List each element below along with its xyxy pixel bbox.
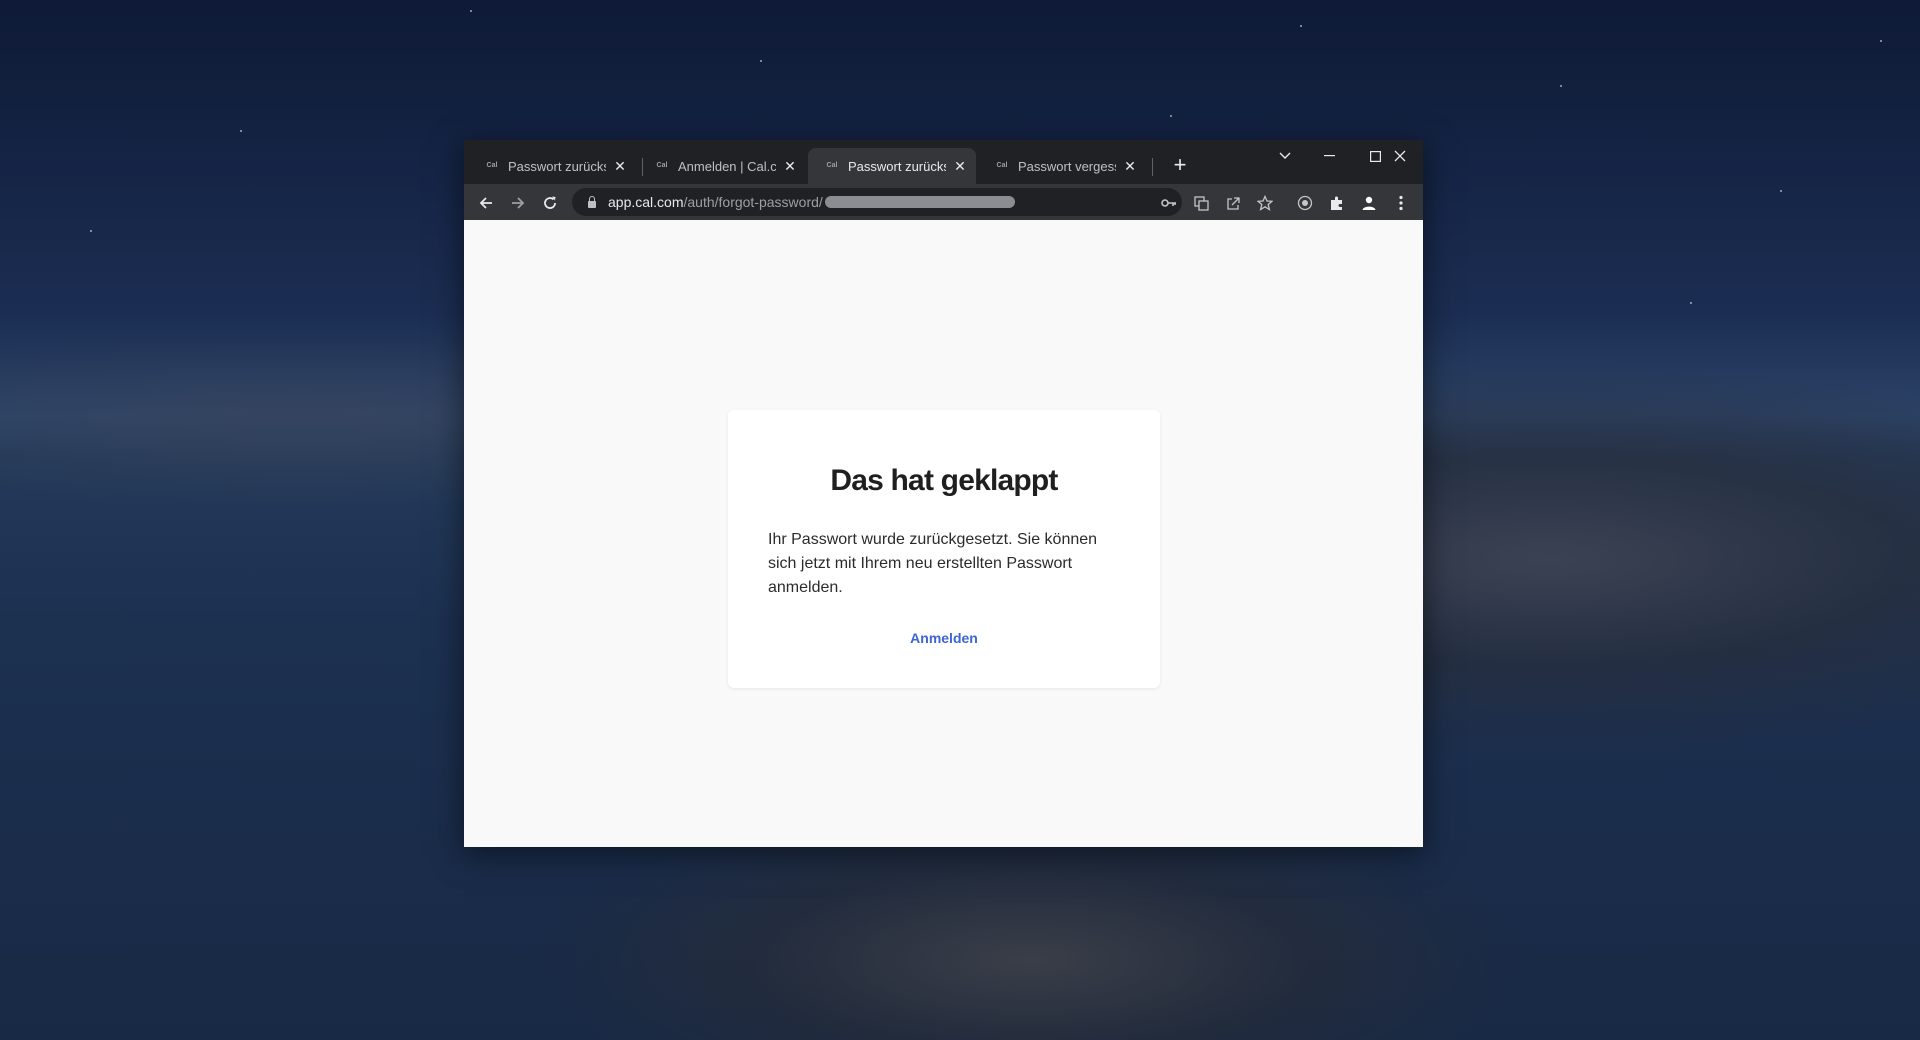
new-tab-button[interactable]: +	[1167, 152, 1193, 178]
page-title: Das hat geklappt	[830, 464, 1058, 497]
reload-button[interactable]	[538, 190, 562, 214]
share-icon	[1226, 197, 1240, 210]
success-card: Das hat geklappt Ihr Passwort wurde zurü…	[728, 410, 1160, 688]
cal-favicon-icon: Cal	[486, 162, 498, 169]
address-bar[interactable]: app.cal.com/auth/forgot-password/	[572, 188, 1182, 216]
tab-title: Passwort vergessen	[1018, 158, 1116, 174]
tab-search-button[interactable]	[1262, 140, 1308, 172]
puzzle-icon	[1331, 196, 1342, 211]
password-manager-button[interactable]	[1157, 190, 1181, 214]
translate-icon	[1193, 196, 1209, 211]
menu-button[interactable]	[1389, 190, 1413, 214]
tab-close-icon[interactable]: ✕	[782, 158, 798, 175]
chevron-down-icon	[1279, 152, 1291, 160]
tab-title: Passwort zurücksetzen	[848, 158, 946, 174]
cal-favicon-icon: Cal	[826, 162, 838, 169]
star	[1170, 115, 1172, 117]
tab-title: Passwort zurücksetzen	[508, 158, 606, 174]
minimize-icon	[1323, 155, 1335, 157]
star	[240, 130, 242, 132]
star	[1300, 25, 1302, 27]
star	[1880, 40, 1882, 42]
url-path: /auth/forgot-password/	[683, 194, 823, 210]
star	[90, 230, 92, 232]
star	[470, 10, 472, 12]
sign-in-link[interactable]: Anmelden	[768, 630, 1120, 646]
close-window-button[interactable]	[1377, 140, 1423, 172]
reload-icon	[544, 196, 556, 210]
profile-button[interactable]	[1357, 190, 1381, 214]
translate-button[interactable]	[1189, 190, 1213, 214]
cal-favicon-icon: Cal	[656, 162, 668, 169]
tab-anmelden-cal-com[interactable]: Cal Anmelden | Cal.com ✕	[638, 148, 806, 184]
tab-close-icon[interactable]: ✕	[952, 158, 968, 175]
tab-passwort-vergessen[interactable]: Cal Passwort vergessen ✕	[978, 148, 1146, 184]
forward-button[interactable]	[506, 190, 530, 214]
extension-button[interactable]	[1293, 190, 1317, 214]
star-icon	[1256, 195, 1274, 212]
tab-passwort-zuruecksetzen-1[interactable]: Cal Passwort zurücksetzen ✕	[468, 148, 636, 184]
tab-close-icon[interactable]: ✕	[1122, 158, 1138, 175]
tab-passwort-zuruecksetzen-active[interactable]: Cal Passwort zurücksetzen ✕	[808, 148, 976, 184]
tab-close-icon[interactable]: ✕	[612, 158, 628, 175]
cal-favicon-icon: Cal	[996, 162, 1008, 169]
page-content: Das hat geklappt Ihr Passwort wurde zurü…	[464, 220, 1423, 847]
browser-window: Cal Passwort zurücksetzen ✕ Cal Anmelden…	[464, 140, 1423, 847]
key-icon	[1161, 199, 1176, 208]
success-message: Ihr Passwort wurde zurückgesetzt. Sie kö…	[768, 531, 1098, 596]
star	[1560, 85, 1562, 87]
tab-strip: Cal Passwort zurücksetzen ✕ Cal Anmelden…	[464, 140, 1423, 184]
lock-icon[interactable]	[588, 195, 596, 208]
star	[1780, 190, 1782, 192]
close-icon	[1394, 150, 1406, 162]
url-host: app.cal.com	[608, 194, 684, 210]
back-button[interactable]	[474, 190, 498, 214]
star	[760, 60, 762, 62]
arrow-left-icon	[479, 197, 492, 209]
star	[1690, 302, 1692, 304]
kebab-menu-icon	[1399, 196, 1403, 211]
target-extension-icon	[1297, 196, 1313, 211]
tab-title: Anmelden | Cal.com	[678, 158, 776, 174]
share-button[interactable]	[1221, 190, 1245, 214]
person-icon	[1362, 197, 1376, 211]
arrow-right-icon	[512, 197, 525, 209]
bookmark-button[interactable]	[1253, 190, 1277, 214]
minimize-button[interactable]	[1306, 140, 1352, 172]
tab-separator	[1152, 158, 1153, 176]
extensions-menu-button[interactable]	[1325, 190, 1349, 214]
browser-toolbar: app.cal.com/auth/forgot-password/	[464, 184, 1423, 220]
url-redacted-token	[824, 196, 1015, 208]
